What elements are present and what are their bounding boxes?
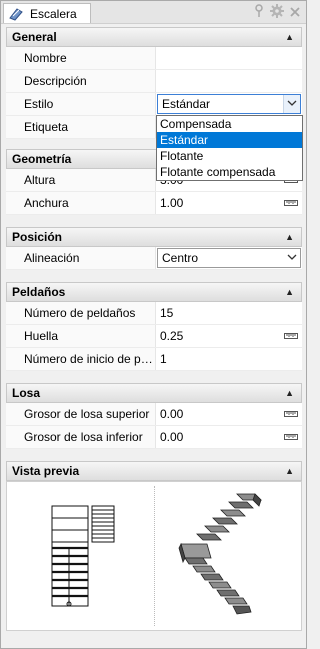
section-header-losa[interactable]: Losa ▲ bbox=[6, 383, 302, 403]
preview-area bbox=[6, 481, 302, 631]
section-header-peldanos[interactable]: Peldaños ▲ bbox=[6, 282, 302, 302]
section-peldanos: Peldaños ▲ Número de peldaños 15 Huella … bbox=[6, 282, 302, 371]
dropdown-option-flotante-compensada[interactable]: Flotante compensada bbox=[157, 164, 302, 180]
field-label: Altura bbox=[6, 169, 156, 191]
field-label: Grosor de losa inferior bbox=[6, 426, 156, 448]
row-numero-peldanos: Número de peldaños 15 bbox=[6, 302, 302, 325]
collapse-icon[interactable]: ▲ bbox=[285, 462, 294, 480]
field-label: Estilo bbox=[6, 93, 156, 115]
chevron-down-icon[interactable] bbox=[284, 249, 300, 267]
collapse-icon[interactable]: ▲ bbox=[285, 283, 294, 301]
estilo-cell: Estándar bbox=[157, 93, 302, 115]
losa-superior-field[interactable]: 0.00 bbox=[157, 403, 302, 425]
tab-label: Escalera bbox=[30, 6, 77, 21]
properties-panel: Escalera General ▲ Nombre Descripción Es… bbox=[0, 0, 307, 649]
stair-tool-icon bbox=[8, 6, 24, 22]
pin-icon[interactable] bbox=[254, 4, 264, 22]
section-vista-previa: Vista previa ▲ bbox=[6, 461, 302, 631]
row-inicio: Número de inicio de p… 1 bbox=[6, 348, 302, 371]
row-huella: Huella 0.25 bbox=[6, 325, 302, 348]
section-title: Losa bbox=[12, 386, 41, 400]
field-label: Alineación bbox=[6, 247, 156, 269]
alineacion-select[interactable]: Centro bbox=[157, 248, 301, 268]
chevron-down-icon[interactable] bbox=[283, 95, 300, 113]
collapse-icon[interactable]: ▲ bbox=[285, 384, 294, 402]
gear-icon[interactable] bbox=[270, 4, 284, 22]
section-header-general[interactable]: General ▲ bbox=[6, 27, 302, 47]
field-label: Etiqueta bbox=[6, 116, 156, 138]
ruler-icon[interactable] bbox=[284, 434, 298, 440]
section-title: General bbox=[12, 30, 57, 44]
dropdown-option-flotante[interactable]: Flotante bbox=[157, 148, 302, 164]
dropdown-option-compensada[interactable]: Compensada bbox=[157, 116, 302, 132]
select-value: Estándar bbox=[162, 97, 211, 111]
tab-escalera[interactable]: Escalera bbox=[3, 3, 91, 23]
field-label: Anchura bbox=[6, 192, 156, 214]
field-label: Número de peldaños bbox=[6, 302, 156, 324]
stair-plan-preview bbox=[51, 505, 115, 607]
stair-3d-preview bbox=[178, 493, 262, 615]
row-losa-superior: Grosor de losa superior 0.00 bbox=[6, 403, 302, 426]
section-losa: Losa ▲ Grosor de losa superior 0.00 Gros… bbox=[6, 383, 302, 449]
estilo-dropdown-list: Compensada Estándar Flotante Flotante co… bbox=[156, 115, 303, 181]
close-icon[interactable] bbox=[290, 5, 300, 21]
huella-field[interactable]: 0.25 bbox=[157, 325, 302, 347]
section-header-posicion[interactable]: Posición ▲ bbox=[6, 227, 302, 247]
row-anchura: Anchura 1.00 bbox=[6, 192, 302, 215]
tab-strip: Escalera bbox=[1, 1, 306, 24]
numero-peldanos-field[interactable]: 15 bbox=[157, 302, 302, 324]
field-label: Grosor de losa superior bbox=[6, 403, 156, 425]
ruler-icon[interactable] bbox=[284, 411, 298, 417]
section-title: Geometría bbox=[12, 152, 72, 166]
field-label: Número de inicio de p… bbox=[6, 348, 156, 370]
losa-inferior-field[interactable]: 0.00 bbox=[157, 426, 302, 448]
field-value: 0.00 bbox=[160, 407, 184, 421]
field-label: Huella bbox=[6, 325, 156, 347]
section-posicion: Posición ▲ Alineación Centro bbox=[6, 227, 302, 270]
alineacion-cell: Centro bbox=[157, 247, 302, 269]
row-losa-inferior: Grosor de losa inferior 0.00 bbox=[6, 426, 302, 449]
row-alineacion: Alineación Centro bbox=[6, 247, 302, 270]
field-label: Descripción bbox=[6, 70, 156, 92]
descripcion-field[interactable] bbox=[157, 70, 302, 92]
ruler-icon[interactable] bbox=[284, 333, 298, 339]
anchura-field[interactable]: 1.00 bbox=[157, 192, 302, 214]
field-value: 0.25 bbox=[160, 329, 184, 343]
collapse-icon[interactable]: ▲ bbox=[285, 28, 294, 46]
nombre-field[interactable] bbox=[157, 47, 302, 69]
section-title: Peldaños bbox=[12, 285, 66, 299]
section-title: Posición bbox=[12, 230, 63, 244]
ruler-icon[interactable] bbox=[284, 200, 298, 206]
field-value: 0.00 bbox=[160, 430, 184, 444]
row-descripcion: Descripción bbox=[6, 70, 302, 93]
preview-divider bbox=[154, 486, 155, 626]
section-header-vista-previa[interactable]: Vista previa ▲ bbox=[6, 461, 302, 481]
estilo-select[interactable]: Estándar bbox=[157, 94, 301, 114]
select-value: Centro bbox=[162, 251, 199, 265]
section-title: Vista previa bbox=[12, 464, 80, 478]
field-value: 1.00 bbox=[160, 196, 184, 210]
row-estilo: Estilo Estándar bbox=[6, 93, 302, 116]
field-label: Nombre bbox=[6, 47, 156, 69]
tab-tools bbox=[254, 4, 300, 22]
collapse-icon[interactable]: ▲ bbox=[285, 228, 294, 246]
row-nombre: Nombre bbox=[6, 47, 302, 70]
inicio-field[interactable]: 1 bbox=[157, 348, 302, 370]
dropdown-option-estandar[interactable]: Estándar bbox=[157, 132, 302, 148]
